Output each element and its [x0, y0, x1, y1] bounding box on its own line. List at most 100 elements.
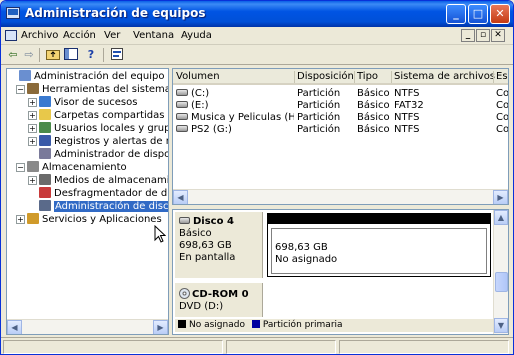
tree-item-label: Visor de sucesos: [54, 97, 138, 108]
disk-type: Básico: [179, 228, 212, 239]
status-panel: [226, 340, 336, 354]
scroll-left-icon[interactable]: ◀: [173, 190, 188, 204]
mdi-minimize-button[interactable]: _: [461, 29, 475, 42]
tree-item[interactable]: Desfragmentador de dis: [39, 187, 168, 200]
hard-disk-icon: [179, 217, 190, 224]
column-divider[interactable]: [354, 71, 355, 83]
shared-folders-icon: [39, 109, 51, 120]
computer-management-icon: [6, 7, 20, 19]
close-button[interactable]: ✕: [490, 4, 510, 24]
tree-item[interactable]: + Usuarios locales y grupc: [28, 122, 169, 135]
legend-primary-partition: Partición primaria: [262, 320, 343, 330]
scroll-right-icon[interactable]: ▶: [153, 320, 168, 334]
expand-icon[interactable]: +: [28, 137, 37, 146]
table-cell-type: Básico: [357, 88, 390, 99]
tree-item[interactable]: + Servicios y Aplicaciones: [16, 213, 162, 226]
tree-horizontal-scrollbar[interactable]: ◀ ▶: [7, 319, 168, 334]
column-divider[interactable]: [493, 71, 494, 83]
table-cell-volume: (E:): [176, 100, 209, 111]
tree-item[interactable]: + Registros y alertas de re: [28, 135, 169, 148]
console-tree[interactable]: Administración del equipo (loca−Herramie…: [6, 68, 169, 335]
unallocated-region[interactable]: 698,63 GB No asignado: [271, 228, 487, 274]
tree-item[interactable]: + Medios de almacenamie: [28, 174, 169, 187]
menu-ver[interactable]: Ver: [104, 30, 120, 41]
window-title: Administración de equipos: [25, 6, 206, 20]
tree-item[interactable]: Administración de disco: [39, 200, 168, 213]
menu-ayuda[interactable]: Ayuda: [181, 30, 212, 41]
back-arrow-icon[interactable]: ⇦: [5, 48, 21, 62]
legend-swatch-unallocated: [178, 320, 186, 328]
expand-icon[interactable]: +: [28, 124, 37, 133]
column-header-estado[interactable]: Es: [496, 71, 508, 82]
disk-graphical-view[interactable]: Disco 4 Básico 698,63 GB En pantalla 698…: [172, 209, 509, 335]
expand-icon[interactable]: +: [28, 176, 37, 185]
device-manager-icon: [39, 148, 51, 159]
tree-item[interactable]: + Carpetas compartidas: [28, 109, 165, 122]
scroll-thumb[interactable]: [495, 272, 508, 292]
tree-item-label: Registros y alertas de re: [54, 136, 169, 147]
tree-item[interactable]: − Almacenamiento: [16, 161, 127, 174]
document-icon[interactable]: [5, 30, 17, 41]
event-viewer-icon: [39, 96, 51, 107]
menu-accion[interactable]: Acción: [63, 30, 96, 41]
status-bar: [1, 337, 513, 354]
scroll-up-icon[interactable]: ▲: [494, 210, 508, 225]
disk-4-label[interactable]: Disco 4 Básico 698,63 GB En pantalla: [175, 212, 263, 278]
menu-archivo[interactable]: Archivo: [21, 30, 58, 41]
mdi-restore-button[interactable]: ▫: [476, 29, 490, 42]
tree-item-label: Administrador de dispos: [54, 149, 169, 160]
volume-list[interactable]: Volumen Disposición Tipo Sistema de arch…: [172, 68, 509, 205]
collapse-icon[interactable]: −: [16, 163, 25, 172]
up-folder-icon[interactable]: [45, 48, 61, 62]
maximize-button[interactable]: □: [468, 4, 488, 24]
tree-item-label: Carpetas compartidas: [54, 110, 165, 121]
tree-item-label: Servicios y Aplicaciones: [42, 214, 162, 225]
list-header: Volumen Disposición Tipo Sistema de arch…: [173, 69, 508, 85]
expand-icon[interactable]: +: [16, 215, 25, 224]
unallocated-volume[interactable]: 698,63 GB No asignado: [267, 213, 491, 277]
unallocated-bar: [268, 214, 490, 224]
table-row[interactable]: Musica y Peliculas (H:) Partición Básico NT…: [173, 112, 508, 124]
mdi-close-button[interactable]: ✕: [491, 29, 505, 42]
forward-arrow-icon[interactable]: ⇨: [21, 48, 37, 62]
scroll-left-icon[interactable]: ◀: [7, 320, 22, 334]
expand-icon[interactable]: +: [28, 98, 37, 107]
menu-ventana[interactable]: Ventana: [133, 30, 174, 41]
column-header-tipo[interactable]: Tipo: [357, 71, 378, 82]
list-horizontal-scrollbar[interactable]: ◀ ▶: [173, 189, 508, 204]
tree-item[interactable]: + Visor de sucesos: [28, 96, 138, 109]
collapse-icon[interactable]: −: [16, 85, 25, 94]
scroll-right-icon[interactable]: ▶: [493, 190, 508, 204]
toolbar-separator: [103, 48, 104, 62]
table-cell-fs: NTFS: [394, 112, 420, 123]
tree-item-label: Usuarios locales y grupc: [54, 123, 169, 134]
tree-item[interactable]: − Herramientas del sistema: [16, 83, 168, 96]
help-icon[interactable]: ?: [83, 48, 99, 62]
scroll-down-icon[interactable]: ▼: [494, 318, 508, 333]
volume-disk-icon: [176, 89, 188, 96]
column-divider[interactable]: [391, 71, 392, 83]
properties-icon[interactable]: [109, 48, 125, 62]
tree-item[interactable]: Administración del equipo (loca: [19, 70, 168, 83]
cd-drive-icon: [179, 288, 190, 299]
tree-item[interactable]: Administrador de dispos: [39, 148, 169, 161]
graph-vertical-scrollbar[interactable]: ▲ ▼: [493, 210, 508, 334]
menu-bar: Archivo Acción Ver Ventana Ayuda _ ▫ ✕: [1, 27, 513, 45]
column-header-volumen[interactable]: Volumen: [176, 71, 220, 82]
cdrom-0-label[interactable]: CD-ROM 0 DVD (D:): [175, 283, 263, 317]
table-row[interactable]: PS2 (G:) Partición Básico NTFS Co: [173, 124, 508, 136]
show-hide-tree-icon[interactable]: [63, 48, 79, 62]
table-row[interactable]: (E:) Partición Básico FAT32 Co: [173, 100, 508, 112]
table-cell-layout: Partición: [297, 88, 341, 99]
tree-item-label: Medios de almacenamie: [54, 175, 169, 186]
volume-disk-icon: [176, 125, 188, 132]
title-bar[interactable]: Administración de equipos _ □ ✕: [1, 1, 513, 27]
column-header-sistema-archivos[interactable]: Sistema de archivos: [394, 71, 495, 82]
expand-icon[interactable]: +: [28, 111, 37, 120]
column-header-disposicion[interactable]: Disposición: [297, 71, 354, 82]
column-divider[interactable]: [294, 71, 295, 83]
table-row[interactable]: (C:) Partición Básico NTFS Co: [173, 88, 508, 100]
storage-icon: [27, 161, 39, 172]
table-cell-type: Básico: [357, 112, 390, 123]
minimize-button[interactable]: _: [446, 4, 466, 24]
